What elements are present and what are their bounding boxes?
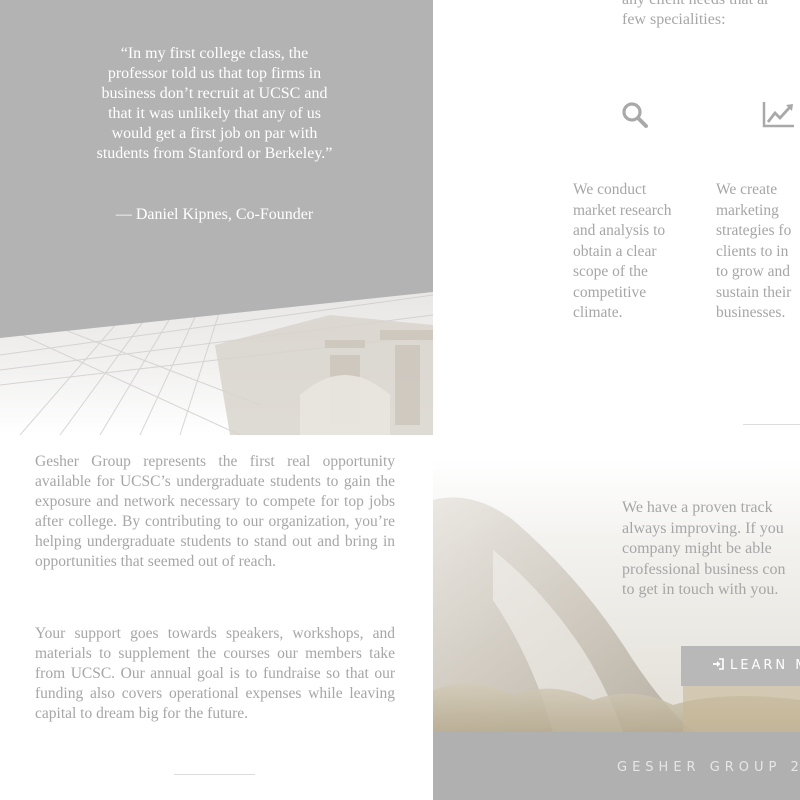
service-line: We create xyxy=(716,181,778,198)
learn-more-button[interactable]: LEARN M xyxy=(681,646,800,686)
services-intro: any client needs that ar few specialitie… xyxy=(622,0,800,30)
about-paragraph-2: Your support goes towards speakers, work… xyxy=(35,625,395,722)
service-line: marketing xyxy=(716,201,779,219)
sign-in-icon xyxy=(712,647,724,670)
service-description-research: We conduct market research and analysis … xyxy=(573,181,672,321)
left-column: “In my first college class, the professo… xyxy=(0,0,433,800)
contact-line: professional business con xyxy=(622,560,786,578)
testimonial-panel: “In my first college class, the professo… xyxy=(0,0,433,338)
footer-copyright: GESHER GROUP 2 xyxy=(617,760,800,775)
right-column: any client needs that ar few specialitie… xyxy=(433,0,800,800)
contact-paragraph: We have a proven track always improving.… xyxy=(622,498,800,601)
chart-line-icon xyxy=(762,100,794,130)
section-divider xyxy=(174,774,255,775)
service-line: to grow and xyxy=(716,263,791,280)
contact-line: to get in touch with you. xyxy=(622,581,779,598)
testimonial-author: — Daniel Kipnes, Co-Founder xyxy=(115,206,314,223)
services-intro-line: any client needs that ar xyxy=(622,0,800,10)
testimonial-quote: “In my first college class, the professo… xyxy=(96,45,333,162)
about-paragraph-1: Gesher Group represents the first real o… xyxy=(35,453,395,570)
service-description-marketing: We create marketing strategies fo client… xyxy=(716,180,800,324)
section-divider xyxy=(743,424,800,425)
learn-more-label: LEARN M xyxy=(730,658,800,673)
contact-line: company might be able xyxy=(622,540,772,557)
contact-line: We have a proven track xyxy=(622,499,773,516)
service-line: strategies fo xyxy=(716,222,792,239)
service-line: clients to in xyxy=(716,242,789,260)
services-intro-line: few specialities: xyxy=(622,11,726,28)
search-icon xyxy=(620,100,650,130)
contact-line: always improving. If you xyxy=(622,519,784,537)
footer: GESHER GROUP 2 xyxy=(433,732,800,800)
service-line: businesses. xyxy=(716,304,786,321)
service-line: sustain their xyxy=(716,283,792,301)
